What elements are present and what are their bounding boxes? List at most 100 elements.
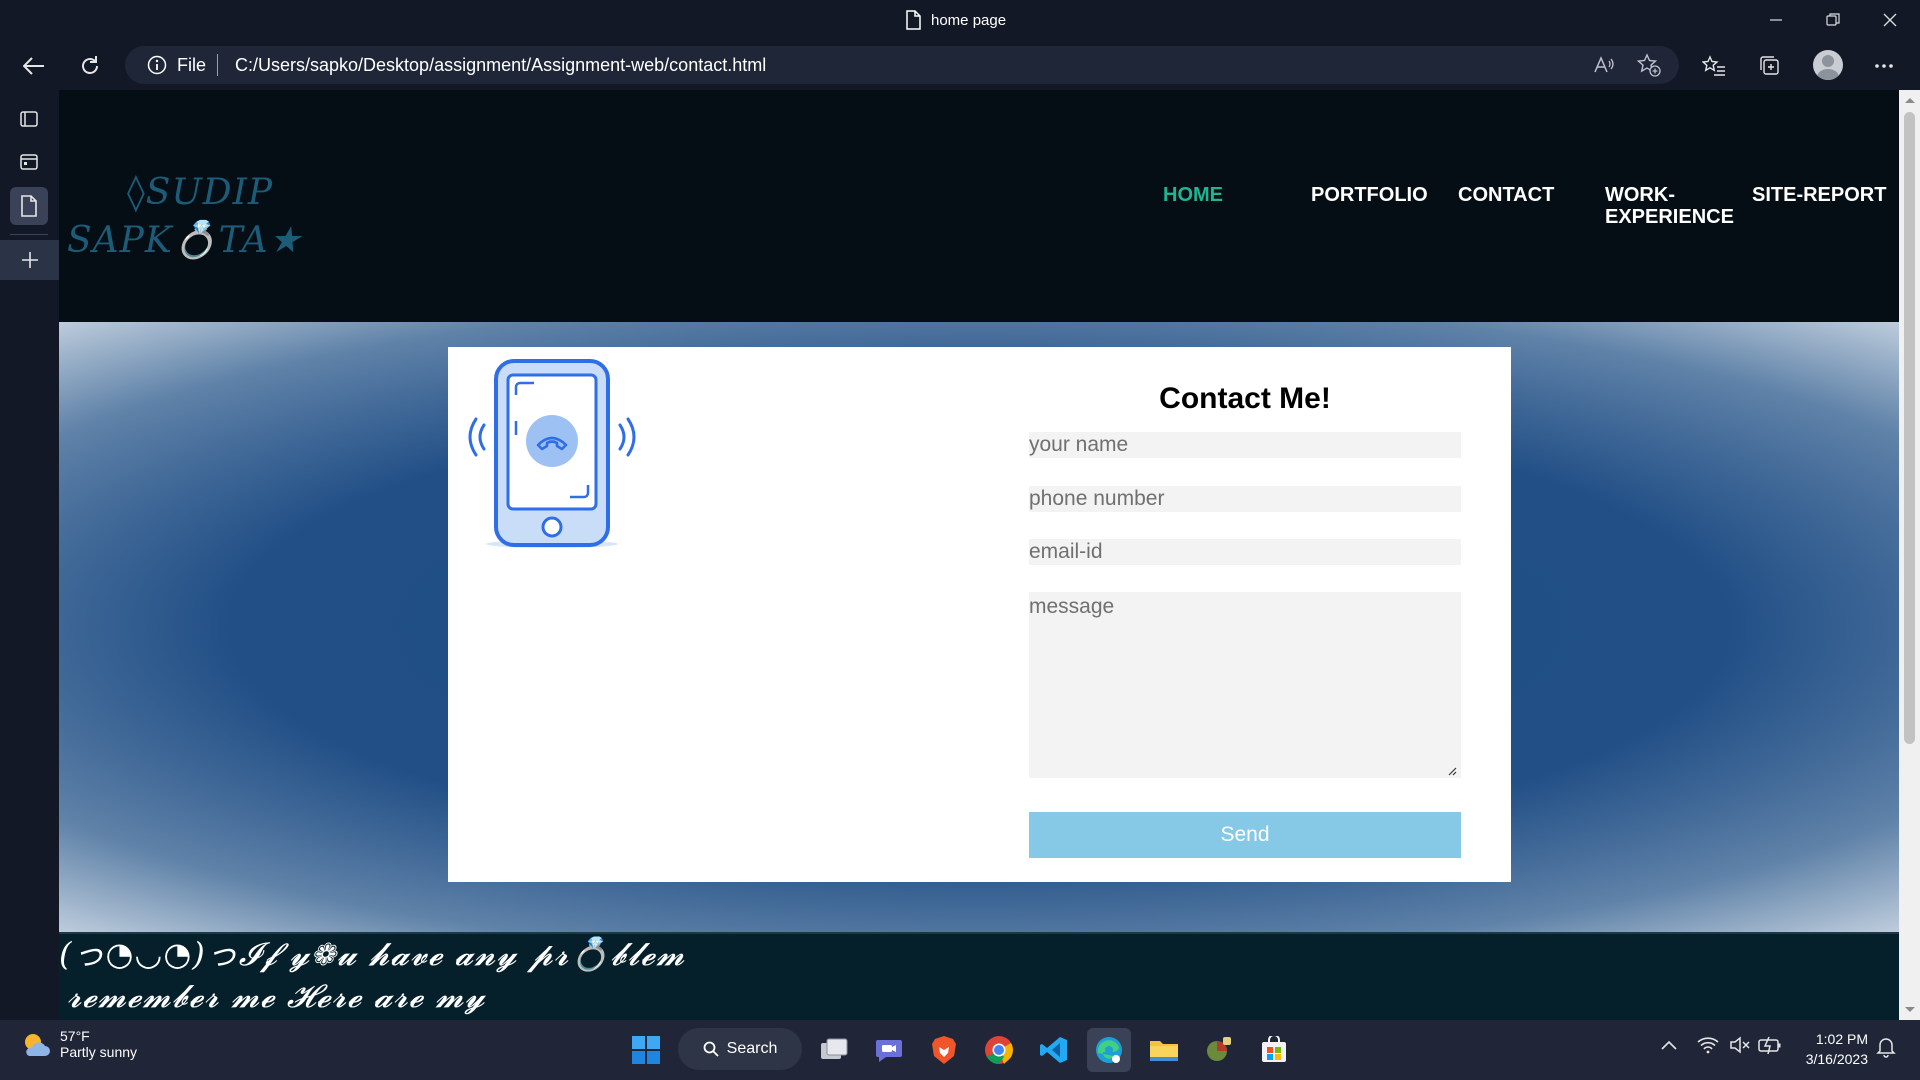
search-label: Search bbox=[726, 1040, 778, 1057]
back-button[interactable] bbox=[18, 50, 50, 82]
notification-bell-icon bbox=[1876, 1038, 1896, 1058]
add-favorite-button[interactable] bbox=[1637, 53, 1661, 77]
back-arrow-icon bbox=[23, 57, 44, 75]
search-icon bbox=[703, 1041, 719, 1057]
volume-button[interactable] bbox=[1729, 1036, 1751, 1059]
edge-icon bbox=[1096, 1037, 1122, 1063]
taskbar-app-chat[interactable] bbox=[867, 1028, 911, 1072]
site-header: ◊SUDIP SAPK💍TA★ HOME PORTFOLIO CONTACT W… bbox=[59, 90, 1899, 322]
task-view-button[interactable] bbox=[812, 1028, 856, 1072]
taskbar-search-button[interactable]: Search bbox=[678, 1028, 802, 1070]
refresh-icon bbox=[82, 56, 98, 74]
favorites-icon bbox=[1702, 55, 1725, 76]
nav-work-experience-line-1: WORK- bbox=[1605, 184, 1675, 206]
page-viewport: ◊SUDIP SAPK💍TA★ HOME PORTFOLIO CONTACT W… bbox=[59, 90, 1899, 1020]
close-button[interactable] bbox=[1868, 6, 1912, 34]
email-placeholder: email-id bbox=[1029, 540, 1103, 563]
taskbar-app-chrome[interactable] bbox=[977, 1028, 1021, 1072]
calendar-icon bbox=[20, 154, 38, 170]
page-icon bbox=[21, 195, 37, 217]
message-placeholder: message bbox=[1029, 595, 1115, 618]
email-input[interactable]: email-id bbox=[1029, 539, 1461, 565]
new-tab-button[interactable] bbox=[0, 240, 59, 280]
read-aloud-icon bbox=[1594, 56, 1614, 73]
refresh-button[interactable] bbox=[74, 50, 106, 82]
window-title: home page bbox=[931, 11, 1007, 29]
show-hidden-icons-button[interactable] bbox=[1660, 1038, 1678, 1056]
wifi-button[interactable] bbox=[1697, 1036, 1719, 1059]
restore-button[interactable] bbox=[1811, 6, 1855, 34]
resize-handle-icon[interactable] bbox=[1447, 766, 1457, 776]
system-clock[interactable]: 1:02 PM 3/16/2023 bbox=[1796, 1029, 1868, 1069]
weather-widget[interactable]: 57°F Partly sunny bbox=[20, 1028, 137, 1060]
message-textarea[interactable]: message bbox=[1029, 592, 1461, 778]
page-scrollbar[interactable] bbox=[1899, 90, 1920, 1020]
collections-button[interactable] bbox=[1754, 50, 1786, 82]
footer-line-1: (っ◔◡◔)っ𝓘𝓯 𝔂❁𝓾 𝓱𝓪𝓿𝓮 𝓪𝓷𝔂 𝓹𝓻💍𝓫𝓵𝓮𝓶 bbox=[59, 935, 686, 973]
collections-icon bbox=[1760, 56, 1779, 75]
form-title: Contact Me! bbox=[1159, 382, 1331, 415]
taskbar-app-store[interactable] bbox=[1252, 1028, 1296, 1072]
nav-contact[interactable]: CONTACT bbox=[1458, 184, 1554, 206]
phone-input[interactable]: phone number bbox=[1029, 486, 1461, 512]
minimize-button[interactable] bbox=[1754, 6, 1798, 34]
name-input[interactable]: your name bbox=[1029, 432, 1461, 458]
divider bbox=[217, 54, 218, 76]
brave-icon bbox=[932, 1036, 956, 1064]
settings-menu-button[interactable] bbox=[1868, 50, 1900, 82]
start-button[interactable] bbox=[624, 1028, 668, 1072]
profile-avatar[interactable] bbox=[1813, 50, 1843, 80]
clock-time: 1:02 PM bbox=[1815, 1031, 1868, 1047]
phone-placeholder: phone number bbox=[1029, 487, 1165, 510]
workspace-tab[interactable] bbox=[10, 143, 48, 181]
taskbar-app-vscode[interactable] bbox=[1032, 1028, 1076, 1072]
taskbar: 57°F Partly sunny Search 1:02 PM 3/16/20… bbox=[0, 1020, 1920, 1080]
weather-text: 57°F Partly sunny bbox=[60, 1028, 137, 1060]
scrollbar-thumb[interactable] bbox=[1904, 112, 1915, 744]
weather-desc: Partly sunny bbox=[60, 1044, 138, 1060]
app-icon bbox=[1207, 1037, 1231, 1061]
taskbar-app-utility[interactable] bbox=[1197, 1028, 1241, 1072]
url-text[interactable]: C:/Users/sapko/Desktop/assignment/Assign… bbox=[235, 55, 766, 76]
scheme-label: File bbox=[177, 54, 207, 75]
battery-charging-icon bbox=[1758, 1036, 1781, 1055]
tab-actions-button[interactable] bbox=[10, 100, 48, 138]
weather-temp: 57°F bbox=[60, 1028, 90, 1044]
partly-sunny-icon bbox=[25, 1034, 50, 1056]
toolbar: File C:/Users/sapko/Desktop/assignment/A… bbox=[0, 40, 1920, 90]
scroll-up-arrow-icon[interactable] bbox=[1905, 98, 1915, 103]
contact-section: Contact Me! your name phone number email… bbox=[59, 322, 1899, 932]
footer-line-2: 𝓻𝓮𝓶𝓮𝓶𝓫𝓮𝓻 𝓶𝓮 𝓗𝓮𝓻𝓮 𝓪𝓻𝓮 𝓶𝔂 bbox=[67, 977, 486, 1015]
logo-line-1: ◊SUDIP bbox=[127, 172, 274, 213]
minimize-icon bbox=[1770, 19, 1782, 21]
nav-site-report[interactable]: SITE-REPORT bbox=[1752, 184, 1886, 206]
page-icon bbox=[906, 10, 921, 30]
read-aloud-button[interactable] bbox=[1592, 53, 1616, 77]
battery-button[interactable] bbox=[1758, 1036, 1782, 1059]
windows-logo-icon bbox=[632, 1036, 660, 1064]
more-icon bbox=[1875, 64, 1893, 68]
wifi-icon bbox=[1697, 1037, 1719, 1054]
close-icon bbox=[1883, 13, 1897, 27]
clock-date: 3/16/2023 bbox=[1805, 1051, 1868, 1067]
taskbar-app-brave[interactable] bbox=[922, 1028, 966, 1072]
nav-portfolio[interactable]: PORTFOLIO bbox=[1311, 184, 1428, 206]
tab-title[interactable]: home page bbox=[905, 10, 1006, 30]
divider bbox=[10, 234, 48, 235]
scroll-down-arrow-icon[interactable] bbox=[1905, 1007, 1915, 1012]
favorites-button[interactable] bbox=[1698, 50, 1730, 82]
info-icon bbox=[147, 55, 167, 75]
vertical-tab-strip bbox=[0, 90, 59, 1020]
address-bar[interactable]: File C:/Users/sapko/Desktop/assignment/A… bbox=[125, 46, 1679, 84]
current-tab[interactable] bbox=[10, 187, 48, 225]
taskbar-app-file-explorer[interactable] bbox=[1142, 1028, 1186, 1072]
send-button[interactable]: Send bbox=[1029, 812, 1461, 858]
notifications-button[interactable] bbox=[1876, 1036, 1896, 1063]
task-view-icon bbox=[821, 1038, 848, 1059]
nav-work-experience[interactable]: WORK- EXPERIENCE bbox=[1605, 184, 1734, 228]
site-info-button[interactable]: File bbox=[147, 55, 206, 76]
store-icon bbox=[1262, 1036, 1286, 1062]
contact-card: Contact Me! your name phone number email… bbox=[448, 347, 1511, 882]
taskbar-app-edge[interactable] bbox=[1087, 1028, 1131, 1072]
nav-home[interactable]: HOME bbox=[1163, 184, 1223, 206]
